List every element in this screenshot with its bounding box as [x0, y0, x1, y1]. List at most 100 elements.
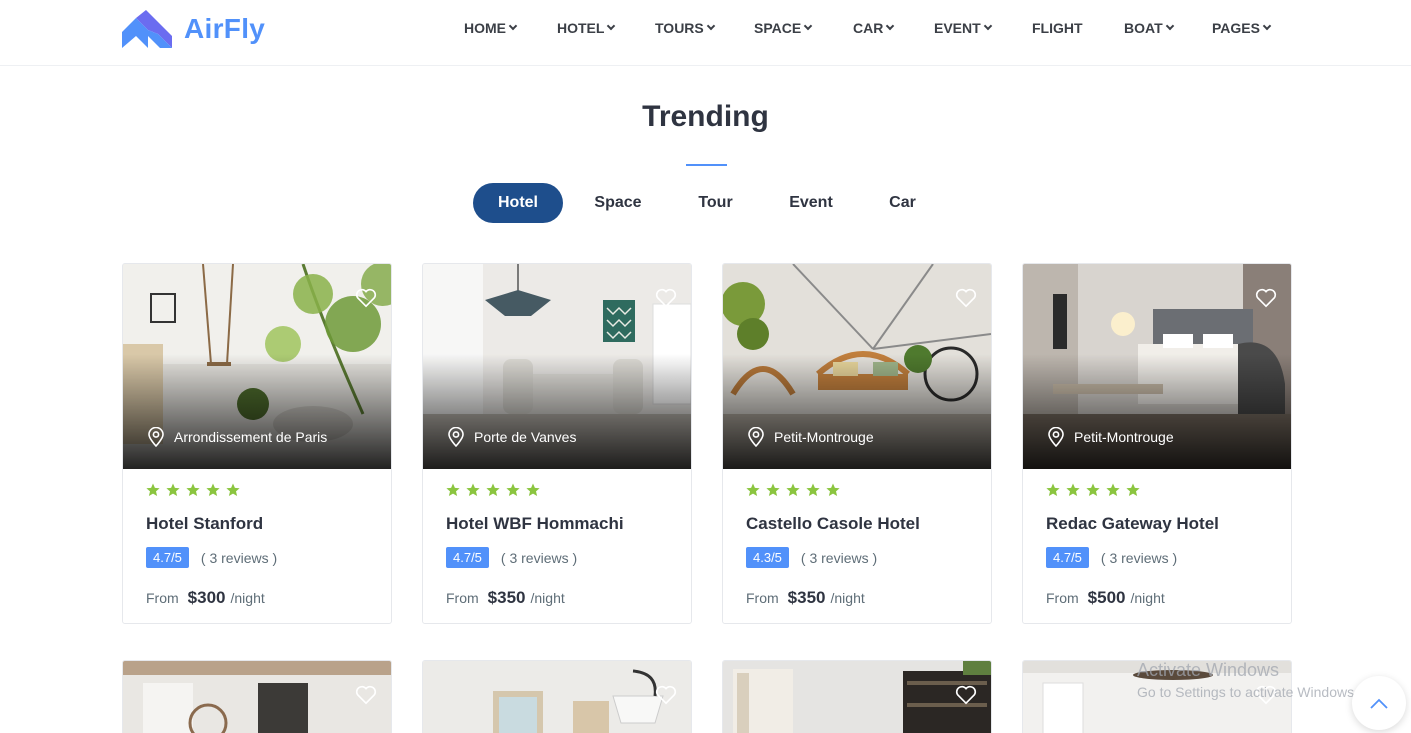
- nav-boat[interactable]: BOAT: [1124, 20, 1174, 36]
- review-count: ( 3 reviews ): [800, 549, 878, 566]
- price-from-label: From: [446, 590, 479, 606]
- nav-tours[interactable]: TOURS: [655, 20, 715, 36]
- star-icon: [486, 483, 500, 496]
- rating-badge: 4.7/5: [1046, 547, 1089, 568]
- hotel-location: Petit-Montrouge: [1047, 427, 1174, 447]
- nav-flight[interactable]: FLIGHT: [1032, 20, 1083, 36]
- hotel-location: Arrondissement de Paris: [147, 427, 327, 447]
- nav-event[interactable]: EVENT: [934, 20, 992, 36]
- chevron-up-icon: [1370, 698, 1388, 709]
- nav-home[interactable]: HOME: [464, 20, 518, 36]
- hotel-card[interactable]: Petit-Montrouge Redac Gateway Hotel 4.7/5 (…: [1022, 263, 1292, 624]
- star-icon: [1046, 483, 1060, 496]
- rating-badge: 4.3/5: [746, 547, 789, 568]
- chevron-down-icon: [1262, 21, 1272, 31]
- hotel-name[interactable]: Castello Casole Hotel: [746, 514, 968, 534]
- rating-badge: 4.7/5: [146, 547, 189, 568]
- location-label: Petit-Montrouge: [774, 429, 874, 445]
- heart-icon[interactable]: [355, 288, 377, 308]
- price-row: From $350/night: [446, 588, 668, 608]
- heart-icon[interactable]: [355, 685, 377, 705]
- star-icon: [1086, 483, 1100, 496]
- location-pin-icon: [1048, 427, 1064, 447]
- heart-icon[interactable]: [955, 288, 977, 308]
- star-icon: [746, 483, 760, 496]
- hotel-name[interactable]: Hotel Stanford: [146, 514, 368, 534]
- nav-label: BOAT: [1124, 20, 1163, 36]
- price-row: From $350/night: [746, 588, 968, 608]
- hotel-photo: [423, 661, 691, 733]
- nav-label: FLIGHT: [1032, 20, 1083, 36]
- hotel-photo[interactable]: Petit-Montrouge: [1023, 264, 1291, 469]
- price-row: From $300/night: [146, 588, 368, 608]
- price-value: $350: [487, 588, 526, 607]
- hotel-card[interactable]: Petit-Montrouge Castello Casole Hotel 4.3/…: [722, 263, 992, 624]
- location-label: Petit-Montrouge: [1074, 429, 1174, 445]
- nav-label: SPACE: [754, 20, 802, 36]
- price-from-label: From: [746, 590, 779, 606]
- card-body: Hotel Stanford 4.7/5 ( 3 reviews ) From $300…: [123, 469, 391, 623]
- price-unit: /night: [830, 590, 865, 606]
- heart-icon[interactable]: [1255, 288, 1277, 308]
- location-pin-icon: [748, 427, 764, 447]
- star-icon: [1126, 483, 1140, 496]
- chevron-down-icon: [508, 21, 518, 31]
- card-body: Redac Gateway Hotel 4.7/5 ( 3 reviews ) Fro…: [1023, 469, 1291, 623]
- star-rating: [1046, 483, 1268, 497]
- nav-hotel[interactable]: HOTEL: [557, 20, 616, 36]
- windows-watermark-title: Activate Windows: [1137, 660, 1280, 680]
- tab-space[interactable]: Space: [578, 183, 658, 223]
- rating-row: 4.7/5 ( 3 reviews ): [446, 547, 668, 568]
- hotel-photo[interactable]: Petit-Montrouge: [723, 264, 991, 469]
- hotel-card[interactable]: Porte de Vanves Hotel WBF Hommachi 4.7/5 ( …: [422, 263, 692, 624]
- nav-label: EVENT: [934, 20, 981, 36]
- nav-space[interactable]: SPACE: [754, 20, 813, 36]
- price-unit: /night: [230, 590, 265, 606]
- price-unit: /night: [1130, 590, 1165, 606]
- star-icon: [826, 483, 840, 496]
- tab-hotel[interactable]: Hotel: [473, 183, 563, 223]
- nav-label: PAGES: [1212, 20, 1260, 36]
- chevron-down-icon: [607, 21, 616, 31]
- photo-gradient: [1023, 354, 1291, 469]
- heart-icon[interactable]: [655, 288, 677, 308]
- hotel-photo[interactable]: Porte de Vanves: [423, 264, 691, 469]
- hotel-name[interactable]: Hotel WBF Hommachi: [446, 514, 668, 534]
- star-icon: [186, 483, 200, 496]
- hotel-name[interactable]: Redac Gateway Hotel: [1046, 514, 1268, 534]
- nav-car[interactable]: CAR: [853, 20, 895, 36]
- star-rating: [446, 483, 668, 497]
- hotel-photo[interactable]: Arrondissement de Paris: [123, 264, 391, 469]
- hotel-photo: [123, 661, 391, 733]
- chevron-down-icon: [886, 21, 895, 31]
- windows-watermark-subtitle: Go to Settings to activate Windows.: [1137, 684, 1358, 700]
- heart-icon[interactable]: [955, 685, 977, 705]
- star-icon: [1106, 483, 1120, 496]
- hotel-card[interactable]: Arrondissement de Paris Hotel Stanford 4.7…: [122, 263, 392, 624]
- price-unit: /night: [530, 590, 565, 606]
- chevron-down-icon: [803, 21, 813, 31]
- location-label: Porte de Vanves: [474, 429, 577, 445]
- heart-icon[interactable]: [655, 685, 677, 705]
- rating-badge: 4.7/5: [446, 547, 489, 568]
- tab-tour[interactable]: Tour: [683, 183, 748, 223]
- section-title: Trending: [642, 100, 769, 133]
- title-underline: [686, 164, 727, 166]
- nav-pages[interactable]: PAGES: [1212, 20, 1272, 36]
- tab-event[interactable]: Event: [778, 183, 844, 223]
- hotel-card[interactable]: [422, 660, 692, 733]
- hotel-location: Petit-Montrouge: [747, 427, 874, 447]
- price-from-label: From: [1046, 590, 1079, 606]
- main-nav: HOME HOTEL TOURS SPACE CAR EVENT FLIGHT …: [0, 0, 1411, 58]
- star-icon: [226, 483, 240, 496]
- star-icon: [166, 483, 180, 496]
- scroll-top-button[interactable]: [1352, 676, 1406, 730]
- hotel-card[interactable]: [122, 660, 392, 733]
- tab-car[interactable]: Car: [880, 183, 925, 223]
- review-count: ( 3 reviews ): [1100, 549, 1178, 566]
- chevron-down-icon: [706, 21, 715, 31]
- hotel-card[interactable]: [722, 660, 992, 733]
- star-icon: [766, 483, 780, 496]
- site-header: AirFly HOME HOTEL TOURS SPACE CAR EVENT …: [0, 0, 1411, 66]
- star-icon: [526, 483, 540, 496]
